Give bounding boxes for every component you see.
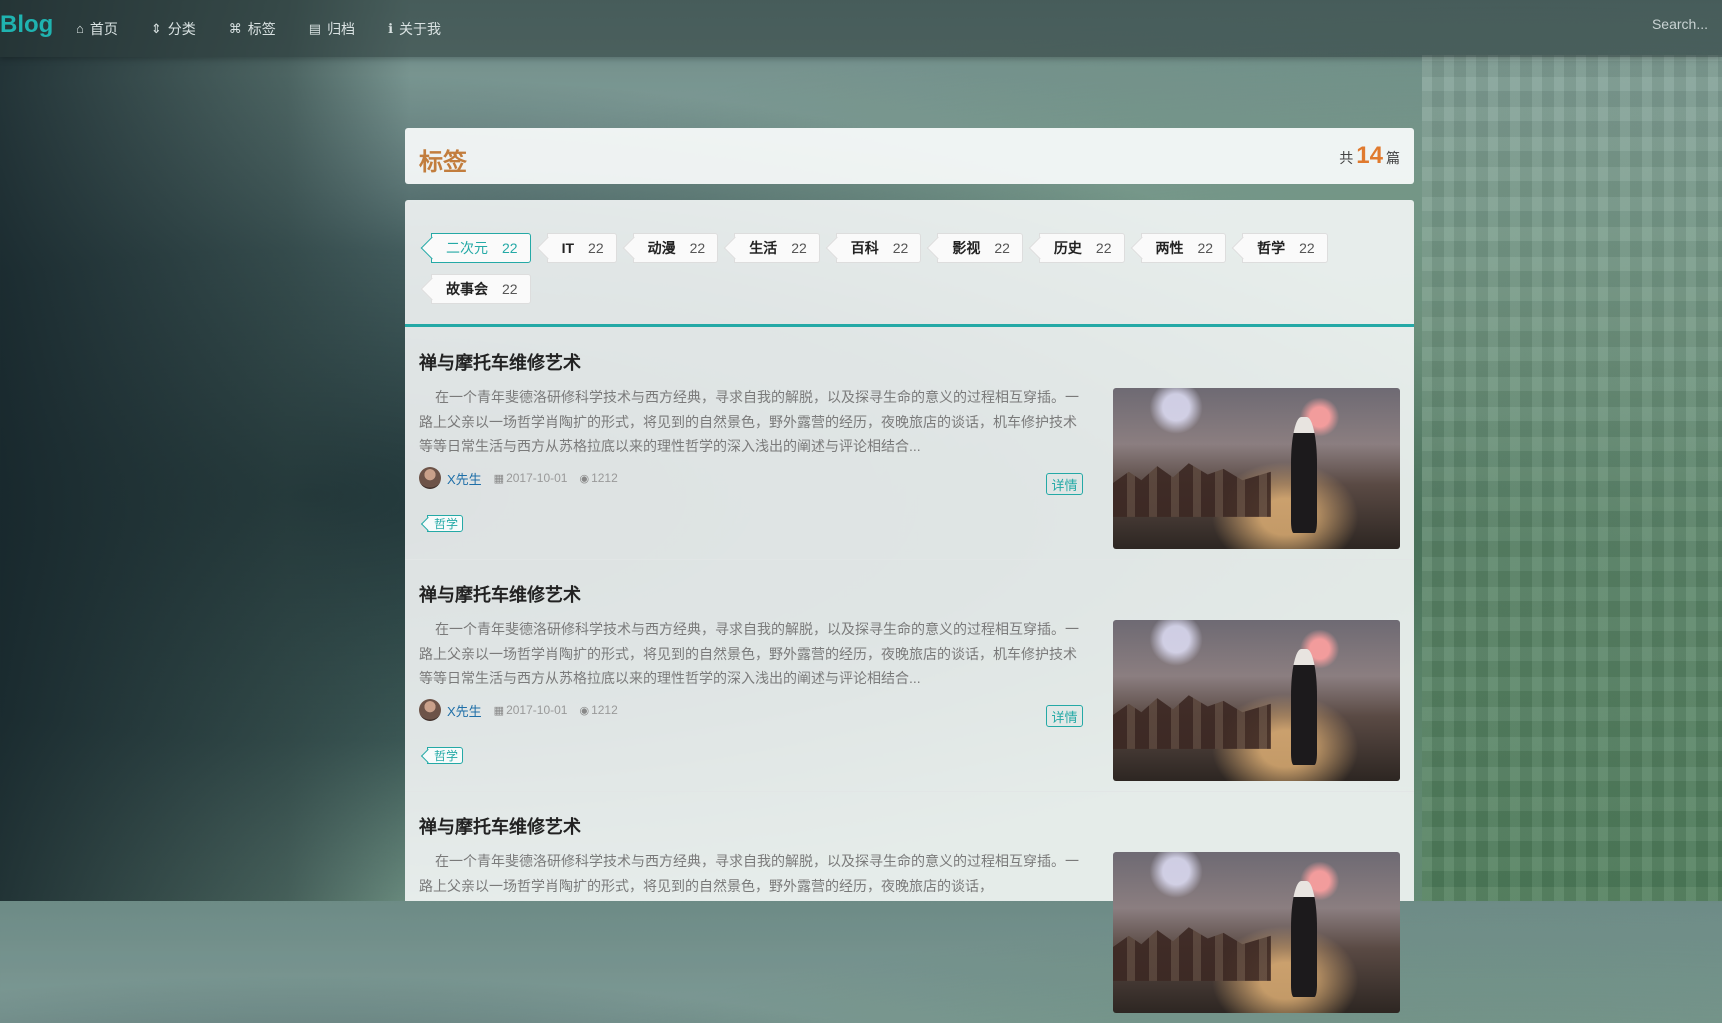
count-number: 14 xyxy=(1356,142,1383,169)
article-title[interactable]: 禅与摩托车维修艺术 xyxy=(419,581,581,607)
nav-item-label: 分类 xyxy=(167,20,196,37)
article-meta: X先生 ▦ 2017-10-01 ◉ 1212 xyxy=(419,699,630,721)
tag-name: 历史 xyxy=(1053,240,1082,256)
count-prefix: 共 xyxy=(1339,150,1354,166)
tag-count: 22 xyxy=(1197,240,1214,256)
tag-count: 22 xyxy=(689,240,706,256)
tags-icon: ⌘ xyxy=(228,20,242,36)
article-summary: 在一个青年斐德洛研修科学技术与西方经典，寻求自我的解脱，以及探寻生命的意义的过程… xyxy=(419,621,1079,686)
tag-item[interactable]: 历史 22 xyxy=(1038,233,1125,263)
nav-item-about[interactable]: ℹ 关于我 xyxy=(388,19,441,39)
tag-count: 22 xyxy=(588,240,604,256)
page-header: 标签 共 14 篇 xyxy=(405,128,1414,184)
tag-item[interactable]: 动漫 22 xyxy=(632,233,719,263)
tag-item[interactable]: IT 22 xyxy=(546,233,617,263)
background-tree xyxy=(0,0,410,901)
article-item: 禅与摩托车维修艺术 在一个青年斐德洛研修科学技术与西方经典，寻求自我的解脱，以及… xyxy=(405,559,1414,792)
article-item: 禅与摩托车维修艺术 在一个青年斐德洛研修科学技术与西方经典，寻求自我的解脱，以及… xyxy=(405,791,1414,1023)
tag-name: 二次元 xyxy=(446,240,488,256)
home-icon: ⌂ xyxy=(76,21,84,36)
tag-count: 22 xyxy=(1095,240,1112,256)
article-title[interactable]: 禅与摩托车维修艺术 xyxy=(419,813,581,839)
tag-count: 22 xyxy=(791,240,807,256)
nav-item-label: 标签 xyxy=(247,20,276,37)
tag-count: 22 xyxy=(1299,240,1315,256)
tag-item[interactable]: 百科 22 xyxy=(835,233,922,263)
post-count: 共 14 篇 xyxy=(1339,142,1400,170)
eye-icon: ◉ xyxy=(579,472,590,485)
tag-item-active[interactable]: 二次元 22 xyxy=(431,233,531,263)
calendar-icon: ▦ xyxy=(493,472,505,485)
sort-icon: ⇕ xyxy=(150,20,162,36)
nav-item-label: 首页 xyxy=(89,20,118,37)
article-title[interactable]: 禅与摩托车维修艺术 xyxy=(419,349,581,375)
tag-count: 22 xyxy=(994,240,1010,256)
article-date: ▦ 2017-10-01 xyxy=(494,471,568,485)
detail-button[interactable]: 详情 xyxy=(1046,473,1083,495)
tag-count: 22 xyxy=(502,281,518,297)
tag-name: 生活 xyxy=(749,240,778,256)
brand-logo[interactable]: Blog xyxy=(0,11,53,39)
background-building xyxy=(1422,55,1722,901)
tag-name: 动漫 xyxy=(647,240,676,256)
tag-name: 百科 xyxy=(850,240,879,256)
info-icon: ℹ xyxy=(388,20,394,36)
avatar[interactable] xyxy=(419,467,441,489)
navbar: Blog ⌂ 首页 ⇕ 分类 ⌘ 标签 ▤ 归档 ℹ 关于我 Search... xyxy=(0,0,1722,57)
tag-item[interactable]: 影视 22 xyxy=(937,233,1023,263)
search-input[interactable]: Search... xyxy=(1652,16,1708,32)
archive-icon: ▤ xyxy=(308,20,322,36)
article-views-text: 1212 xyxy=(591,703,618,717)
article-summary: 在一个青年斐德洛研修科学技术与西方经典，寻求自我的解脱，以及探寻生命的意义的过程… xyxy=(419,853,1079,894)
tag-item[interactable]: 生活 22 xyxy=(734,233,820,263)
article-author[interactable]: X先生 xyxy=(447,469,482,488)
nav-item-category[interactable]: ⇕ 分类 xyxy=(151,19,196,39)
tag-count: 22 xyxy=(502,240,518,256)
count-suffix: 篇 xyxy=(1386,150,1400,166)
article-item: 禅与摩托车维修艺术 在一个青年斐德洛研修科学技术与西方经典，寻求自我的解脱，以及… xyxy=(405,327,1414,560)
calendar-icon: ▦ xyxy=(493,704,505,717)
tag-name: 两性 xyxy=(1155,240,1184,256)
article-thumbnail[interactable] xyxy=(1113,388,1400,549)
tag-name: 故事会 xyxy=(446,281,488,297)
article-tag[interactable]: 哲学 xyxy=(427,515,464,532)
main-panel: 二次元 22 IT 22 动漫 22 生活 22 百科 22 影视 22 历史 22 两性 22 哲学 22 故事会… xyxy=(405,200,1414,1013)
nav-item-home[interactable]: ⌂ 首页 xyxy=(76,19,118,39)
tag-cloud: 二次元 22 IT 22 动漫 22 生活 22 百科 22 影视 22 历史 22 两性 22 哲学 22 故事会… xyxy=(423,233,1403,315)
article-author[interactable]: X先生 xyxy=(447,701,482,720)
tag-item[interactable]: 哲学 22 xyxy=(1242,233,1328,263)
article-meta: X先生 ▦ 2017-10-01 ◉ 1212 xyxy=(419,467,630,489)
article-date: ▦ 2017-10-01 xyxy=(494,703,568,717)
page-title: 标签 xyxy=(419,149,467,176)
article-summary: 在一个青年斐德洛研修科学技术与西方经典，寻求自我的解脱，以及探寻生命的意义的过程… xyxy=(419,389,1079,454)
article-tag[interactable]: 哲学 xyxy=(427,747,464,764)
tag-item[interactable]: 两性 22 xyxy=(1140,233,1227,263)
article-tag-label: 哲学 xyxy=(434,517,459,531)
article-date-text: 2017-10-01 xyxy=(506,703,568,717)
nav-menu: ⌂ 首页 ⇕ 分类 ⌘ 标签 ▤ 归档 ℹ 关于我 xyxy=(76,0,474,57)
eye-icon: ◉ xyxy=(579,704,590,717)
tag-count: 22 xyxy=(892,240,909,256)
tag-name: IT xyxy=(561,240,575,256)
nav-item-label: 归档 xyxy=(327,20,356,37)
nav-item-archive[interactable]: ▤ 归档 xyxy=(309,19,355,39)
article-tag-label: 哲学 xyxy=(434,749,459,763)
article-thumbnail[interactable] xyxy=(1113,620,1400,781)
tag-item[interactable]: 故事会 22 xyxy=(431,274,531,304)
tag-name: 哲学 xyxy=(1257,240,1286,256)
nav-item-tags[interactable]: ⌘ 标签 xyxy=(229,19,276,39)
nav-item-label: 关于我 xyxy=(399,20,442,37)
tag-name: 影视 xyxy=(952,240,981,256)
article-views-text: 1212 xyxy=(591,471,618,485)
avatar[interactable] xyxy=(419,699,441,721)
article-views: ◉ 1212 xyxy=(579,471,617,485)
detail-button[interactable]: 详情 xyxy=(1046,705,1083,727)
article-date-text: 2017-10-01 xyxy=(506,471,568,485)
article-views: ◉ 1212 xyxy=(579,703,617,717)
article-thumbnail[interactable] xyxy=(1113,852,1400,1013)
